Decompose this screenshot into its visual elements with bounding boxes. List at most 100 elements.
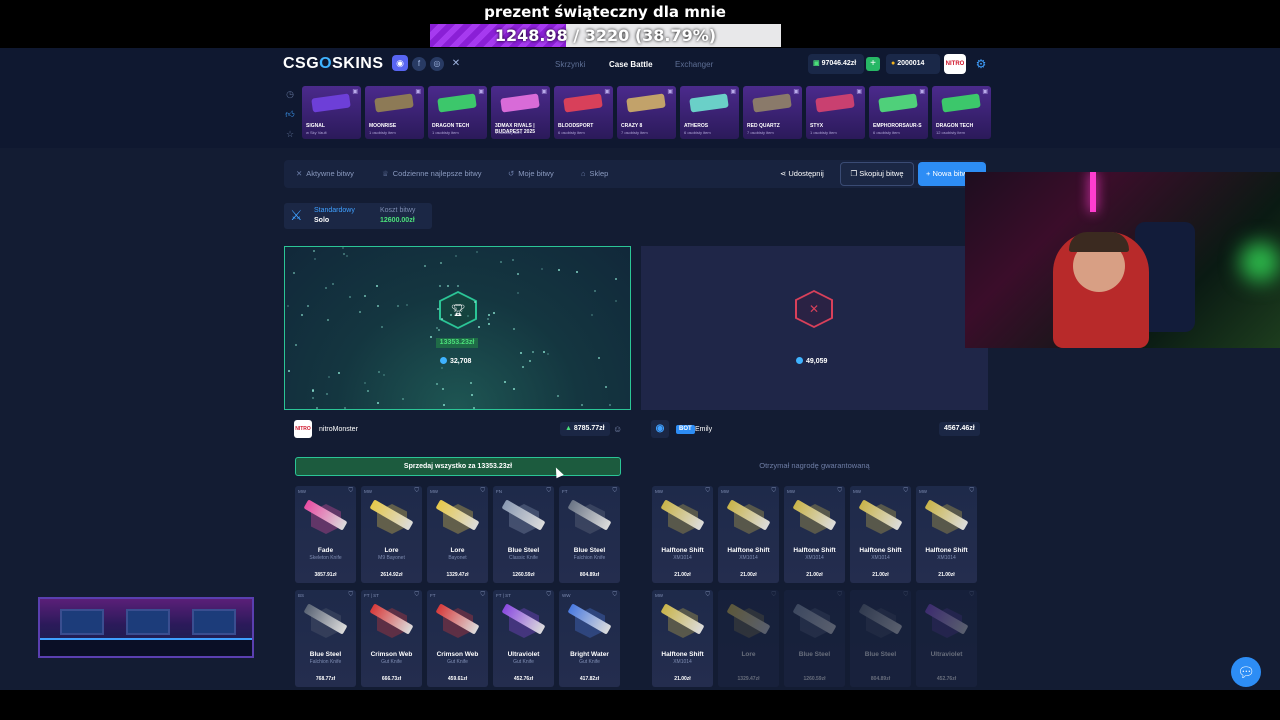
- player-name[interactable]: Emily: [695, 426, 712, 433]
- item-card[interactable]: ⛉ Blue Steel 1260.59zł: [784, 590, 845, 687]
- item-card[interactable]: FT | ST ⛉ Crimson Web Gut Knife 666.73zł: [361, 590, 422, 687]
- deposit-button[interactable]: +: [866, 57, 880, 71]
- site-logo[interactable]: CSGOSKINS: [283, 55, 384, 73]
- star-particle: [470, 381, 473, 384]
- item-price: 1260.59zł: [512, 572, 535, 578]
- item-card[interactable]: WW ⛉ Bright Water Gut Knife 417.82zł: [559, 590, 620, 687]
- balance-display[interactable]: ▣ 97046.42zł: [808, 54, 864, 74]
- star-particle: [287, 369, 290, 372]
- item-price: 804.89zł: [579, 572, 600, 578]
- item-price: 452.76zł: [936, 676, 957, 682]
- drop-name: DRAGON TECH: [432, 123, 470, 129]
- user-avatar[interactable]: NITRO: [944, 54, 966, 74]
- star-particle: [401, 397, 404, 400]
- item-card[interactable]: FT ⛉ Crimson Web Gut Knife 459.61zł: [427, 590, 488, 687]
- live-drop-card[interactable]: ▣ CRAZY 87 osobisty item: [617, 86, 676, 139]
- item-price: 804.89zł: [870, 676, 891, 682]
- nav-exchanger[interactable]: Exchanger: [675, 60, 713, 69]
- clock-icon[interactable]: ◷: [284, 88, 296, 100]
- star-particle: [328, 375, 331, 378]
- live-drop-card[interactable]: ▣ ATHEROS 6 osobisty item: [680, 86, 739, 139]
- live-drop-card[interactable]: ▣ MOONRISE 1 osobisty item: [365, 86, 424, 139]
- sell-all-button[interactable]: Sprzedaj wszystko za 13353.23zł: [295, 457, 621, 476]
- star-particle: [443, 403, 446, 406]
- live-drop-card[interactable]: ▣ EMPHORORSAUR-S 6 osobisty item: [869, 86, 928, 139]
- star-particle: [343, 253, 346, 256]
- instagram-icon[interactable]: ◎: [430, 57, 444, 71]
- nav-skrzynki[interactable]: Skrzynki: [555, 60, 585, 69]
- copy-battle-button[interactable]: ❐ Skopiuj bitwę: [840, 162, 914, 186]
- item-price: 21.00zł: [872, 572, 889, 578]
- star-particle: [307, 304, 310, 307]
- swords-icon: ✕: [296, 169, 303, 178]
- item-card[interactable]: MW ⛉ Halftone Shift XM1014 21.00zł: [652, 590, 713, 687]
- item-card[interactable]: MW ⛉ Halftone Shift XM1014 21.00zł: [916, 486, 977, 583]
- live-drop-card[interactable]: ▣ DRAGON TECH 12 osobisty item: [932, 86, 991, 139]
- star-particle: [349, 296, 352, 299]
- item-card[interactable]: FN ⛉ Blue Steel Classic Knife 1260.59zł: [493, 486, 554, 583]
- facebook-icon[interactable]: f: [412, 57, 426, 71]
- item-name: Blue Steel: [864, 651, 897, 658]
- item-card[interactable]: MW ⛉ Halftone Shift XM1014 21.00zł: [652, 486, 713, 583]
- tab-my-battles[interactable]: ↺ Moje bitwy: [508, 169, 554, 178]
- item-type: XM1014: [673, 659, 692, 665]
- chat-bubble-icon[interactable]: 💬︎: [1231, 657, 1261, 687]
- shield-icon: ⛉: [969, 592, 974, 598]
- star-particle: [440, 261, 443, 264]
- x-icon[interactable]: ✕: [449, 57, 463, 71]
- star-particle: [478, 325, 481, 328]
- item-card[interactable]: BS ⛉ Blue Steel Falchion Knife 768.77zł: [295, 590, 356, 687]
- star-particle: [597, 356, 600, 359]
- settings-gear-icon[interactable]: ⚙: [974, 57, 988, 71]
- item-card[interactable]: MW ⛉ Halftone Shift XM1014 21.00zł: [784, 486, 845, 583]
- item-card[interactable]: MW ⛉ Lore M9 Bayonet 2614.92zł: [361, 486, 422, 583]
- live-drop-card[interactable]: ▣ DRAGON TECH 1 osobisty item: [428, 86, 487, 139]
- star-particle: [396, 304, 399, 307]
- player-avatar[interactable]: NITRO: [294, 420, 312, 438]
- item-card[interactable]: MW ⛉ Halftone Shift XM1014 21.00zł: [718, 486, 779, 583]
- live-drop-card[interactable]: ▣ SIGNAL w Sky Vault: [302, 86, 361, 139]
- item-name: Halftone Shift: [661, 651, 704, 658]
- shield-icon: ⛉: [705, 488, 710, 494]
- discord-icon[interactable]: ◉: [392, 55, 408, 71]
- item-wear: BS: [298, 593, 305, 598]
- star-particle: [493, 312, 496, 315]
- cost-label: Koszt bitwy: [380, 207, 416, 214]
- site: CSGOSKINS ◉ f ◎ ✕ Skrzynki Case Battle E…: [0, 48, 1280, 690]
- tab-daily-best[interactable]: ♕ Codzienne najlepsze bitwy: [382, 169, 482, 178]
- nav-case-battle[interactable]: Case Battle: [609, 60, 653, 69]
- item-card[interactable]: MW ⛉ Fade Skeleton Knife 3857.91zł: [295, 486, 356, 583]
- item-card[interactable]: MW ⛉ Halftone Shift XM1014 21.00zł: [850, 486, 911, 583]
- case-icon: ▣: [982, 89, 988, 95]
- star-icon[interactable]: ☆: [284, 128, 296, 140]
- emoji-icon[interactable]: ☺: [613, 424, 622, 434]
- item-card[interactable]: ⛉ Lore 1329.47zł: [718, 590, 779, 687]
- live-drop-card[interactable]: ▣ STYX 1 osobisty item: [806, 86, 865, 139]
- item-image: [626, 93, 666, 113]
- thumbs-up-icon[interactable]: 👍︎: [284, 108, 296, 120]
- star-particle: [476, 250, 479, 253]
- tab-active-battles[interactable]: ✕ Aktywne bitwy: [296, 169, 354, 178]
- item-card[interactable]: ⛉ Ultraviolet 452.76zł: [916, 590, 977, 687]
- shield-icon: ⛉: [969, 488, 974, 494]
- shield-icon: ⛉: [771, 592, 776, 598]
- tab-shop[interactable]: ⌂ Sklep: [581, 169, 608, 178]
- coins-display[interactable]: ● 2000014: [886, 54, 940, 74]
- live-drop-filters: ◷ 👍︎ ☆: [284, 88, 296, 148]
- live-drop-card[interactable]: ▣ BLOODSPORT 6 osobisty item: [554, 86, 613, 139]
- item-type: Gut Knife: [513, 659, 534, 665]
- player-name[interactable]: nitroMonster: [319, 426, 358, 433]
- case-icon: ▣: [919, 89, 925, 95]
- item-type: M9 Bayonet: [378, 555, 405, 561]
- item-card[interactable]: FT ⛉ Blue Steel Falchion Knife 804.89zł: [559, 486, 620, 583]
- item-card[interactable]: MW ⛉ Lore Bayonet 1329.47zł: [427, 486, 488, 583]
- item-card[interactable]: ⛉ Blue Steel 804.89zł: [850, 590, 911, 687]
- item-card[interactable]: FT | ST ⛉ Ultraviolet Gut Knife 452.76zł: [493, 590, 554, 687]
- live-drop-card[interactable]: ▣ RED QUARTZ 7 osobisty item: [743, 86, 802, 139]
- case-icon: ▣: [730, 89, 736, 95]
- star-particle: [541, 268, 544, 271]
- drop-name: ATHEROS: [684, 123, 709, 129]
- live-drop-card[interactable]: ▣ 3DMAX RIVALS | BUDAPEST 2025 1 osobisty …: [491, 86, 550, 139]
- item-type: Gut Knife: [579, 659, 600, 665]
- share-button[interactable]: ⋖ Udostępnij: [780, 169, 824, 178]
